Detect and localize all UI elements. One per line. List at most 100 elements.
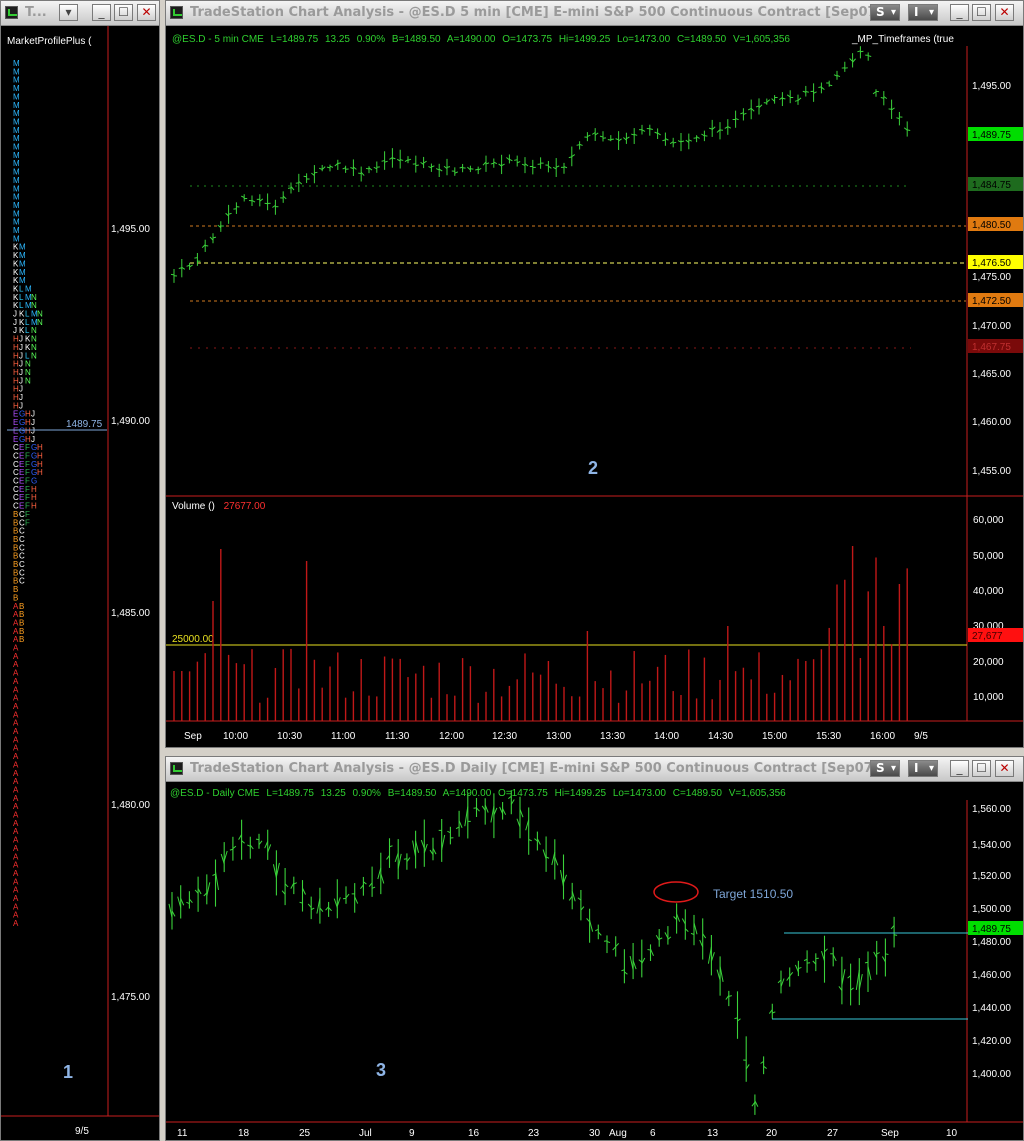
- date-label: 16: [468, 1128, 480, 1139]
- status-volume: V=1,605,356: [733, 34, 790, 45]
- daily-chart-window: TradeStation Chart Analysis - @ES.D Dail…: [165, 756, 1024, 1141]
- volume-axis-label: 10,000: [973, 692, 1004, 703]
- daily-titlebar[interactable]: TradeStation Chart Analysis - @ES.D Dail…: [166, 757, 1023, 782]
- maximize-button[interactable]: ☐: [114, 4, 133, 21]
- date-label: Aug: [609, 1128, 627, 1139]
- status-close: C=1489.50: [677, 34, 727, 45]
- close-button[interactable]: ✕: [995, 4, 1014, 21]
- last-price-tag: 1,489.75: [972, 924, 1011, 935]
- time-label: 15:30: [816, 731, 841, 742]
- close-button[interactable]: ✕: [995, 760, 1014, 777]
- price-label: 1,460.00: [972, 970, 1011, 981]
- status-last: L=1489.75: [271, 34, 319, 45]
- price-label: 1,500.00: [972, 904, 1011, 915]
- date-label: 9/5: [75, 1126, 89, 1137]
- time-label: 16:00: [870, 731, 895, 742]
- close-button[interactable]: ✕: [137, 4, 156, 21]
- window-title: T...: [25, 5, 47, 20]
- volume-tag: 27,677: [972, 631, 1003, 642]
- time-label: 11:30: [385, 731, 410, 742]
- i-menu-button[interactable]: I: [908, 760, 938, 777]
- time-axis: Sep 10:00 10:30 11:00 11:30 12:00 12:30 …: [184, 731, 928, 742]
- volume-title: Volume (): [172, 501, 215, 512]
- indicator-label: MarketProfilePlus (: [7, 36, 92, 47]
- intraday-titlebar[interactable]: TradeStation Chart Analysis - @ES.D 5 mi…: [166, 1, 1023, 26]
- svg-text:H: H: [31, 502, 37, 511]
- daily-price-axis: 1,560.00 1,540.00 1,520.00 1,500.00 1,48…: [972, 804, 1011, 1080]
- time-label: 13:00: [546, 731, 571, 742]
- price-tags: 1,489.75 1,484.75 1,480.50 1,476.50 1,472.50…: [968, 127, 1023, 353]
- minimize-button[interactable]: _: [950, 760, 969, 777]
- price-label: 1,420.00: [972, 1036, 1011, 1047]
- price-label: 1,475.00: [111, 992, 150, 1003]
- price-label: 1,440.00: [972, 1003, 1011, 1014]
- price-label: 1,540.00: [972, 840, 1011, 851]
- market-profile-window: T... ▾ _ ☐ ✕ MarketProfilePlus ( MMMMMMM…: [0, 0, 160, 1141]
- daily-chart[interactable]: @ES.D - Daily CME L=1489.75 13.25 0.90% …: [166, 782, 1023, 1141]
- s-menu-button[interactable]: S: [870, 760, 900, 777]
- svg-text:F: F: [25, 518, 30, 527]
- price-label: 1,465.00: [972, 369, 1011, 380]
- date-label: 27: [827, 1128, 839, 1139]
- chart-app-icon: [170, 762, 183, 775]
- time-label: 11:00: [331, 731, 356, 742]
- price-bars: [170, 46, 911, 283]
- price-label: 1,485.00: [111, 608, 150, 619]
- market-profile-chart[interactable]: MarketProfilePlus ( MMMMMMMMMMMMMMMMMMMM…: [1, 26, 159, 1141]
- status-low: Lo=1473.00: [613, 788, 667, 799]
- volume-axis-label: 20,000: [973, 657, 1004, 668]
- date-label: 20: [766, 1128, 778, 1139]
- target-ellipse: [653, 881, 699, 903]
- price-tag: 1,484.75: [972, 180, 1011, 191]
- status-symbol: @ES.D - Daily CME: [170, 788, 260, 799]
- volume-bars: [173, 546, 908, 721]
- status-bid: B=1489.50: [392, 34, 441, 45]
- status-close: C=1489.50: [673, 788, 723, 799]
- window-title: TradeStation Chart Analysis - @ES.D 5 mi…: [190, 5, 883, 20]
- svg-text:B: B: [19, 635, 24, 644]
- price-tag: 1,472.50: [972, 296, 1011, 307]
- time-label: Sep: [184, 731, 202, 742]
- panel-number: 3: [376, 1060, 386, 1080]
- i-menu-button[interactable]: I: [908, 4, 938, 21]
- status-open: O=1473.75: [502, 34, 552, 45]
- maximize-button[interactable]: ☐: [972, 4, 991, 21]
- price-label: 1,475.00: [972, 272, 1011, 283]
- time-label: 12:30: [492, 731, 517, 742]
- chart-app-icon: [170, 6, 183, 19]
- profile-titlebar[interactable]: T... ▾ _ ☐ ✕: [1, 1, 159, 26]
- date-label: 25: [299, 1128, 311, 1139]
- date-label: 23: [528, 1128, 540, 1139]
- status-change: 13.25: [321, 788, 346, 799]
- volume-axis-label: 60,000: [973, 515, 1004, 526]
- status-ask: A=1490.00: [443, 788, 492, 799]
- target-annotation: Target 1510.50: [713, 887, 793, 901]
- date-label: Sep: [881, 1128, 899, 1139]
- profile-price-axis: 1,495.00 1,490.00 1,485.00 1,480.00 1,47…: [111, 224, 150, 1003]
- price-label: 1,455.00: [972, 466, 1011, 477]
- date-label: 10: [946, 1128, 958, 1139]
- date-label: 9: [409, 1128, 415, 1139]
- panel-number: 1: [63, 1062, 73, 1082]
- s-menu-button[interactable]: S: [870, 4, 900, 21]
- window-title: TradeStation Chart Analysis - @ES.D Dail…: [190, 761, 879, 776]
- price-tag: 1,476.50: [972, 258, 1011, 269]
- minimize-button[interactable]: _: [92, 4, 111, 21]
- dropdown-button[interactable]: ▾: [59, 4, 78, 21]
- maximize-button[interactable]: ☐: [972, 760, 991, 777]
- time-label: 12:00: [439, 731, 464, 742]
- svg-text:N: N: [31, 351, 37, 360]
- tpo-letters: MMMMMMMMMMMMMMMMMMMMMMK MK MK MK MK MK L MK L M NK…: [13, 59, 43, 928]
- intraday-chart[interactable]: @ES.D - 5 min CME L=1489.75 13.25 0.90% …: [166, 26, 1023, 748]
- status-last: L=1489.75: [266, 788, 314, 799]
- volume-threshold-label: 25000.00: [172, 634, 214, 645]
- status-symbol: @ES.D - 5 min CME: [172, 34, 264, 45]
- time-label: 10:00: [223, 731, 248, 742]
- time-label: 15:00: [762, 731, 787, 742]
- date-label: 13: [707, 1128, 719, 1139]
- price-label: 1,490.00: [111, 416, 150, 427]
- status-high: Hi=1499.25: [559, 34, 611, 45]
- minimize-button[interactable]: _: [950, 4, 969, 21]
- date-label: 18: [238, 1128, 250, 1139]
- date-label: Jul: [359, 1128, 372, 1139]
